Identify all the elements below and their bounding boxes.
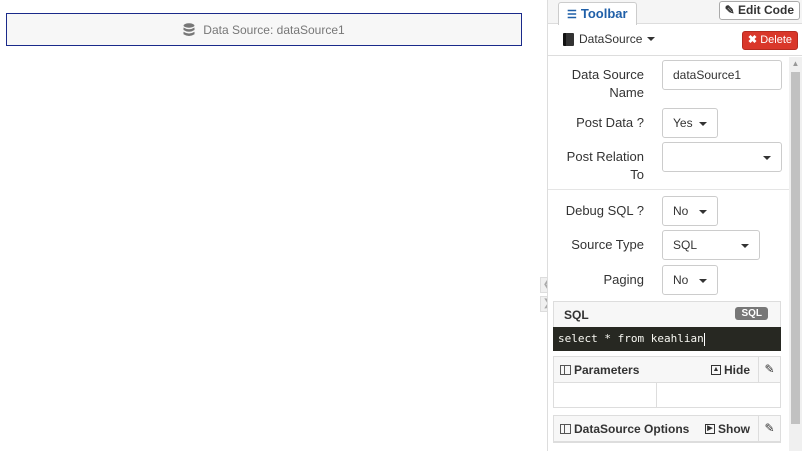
delete-button[interactable]: ✖ Delete [741, 31, 798, 50]
datasource-dropdown-label: DataSource [579, 32, 643, 46]
pencil-icon: ✎ [764, 362, 775, 376]
delete-label: Delete [760, 34, 792, 46]
debug-sql-value: No [673, 204, 689, 218]
parameters-body [554, 383, 780, 407]
post-data-value: Yes [673, 116, 693, 130]
collapse-icon: ▲ [710, 365, 721, 375]
sql-title: SQL [564, 308, 589, 322]
panel-header: DataSource ✖ Delete [548, 24, 802, 56]
column-divider [656, 383, 657, 407]
name-label: Data Source Name [571, 67, 644, 100]
tab-toolbar-label: Toolbar [580, 6, 628, 21]
list-icon: ☰ [567, 9, 577, 21]
chevron-down-icon [647, 37, 656, 41]
columns-icon [560, 424, 571, 434]
post-data-select[interactable]: Yes [662, 108, 718, 138]
close-icon: ✖ [747, 34, 758, 46]
panel-tabbar: ☰ Toolbar ✎ Edit Code [548, 0, 802, 25]
text-cursor [703, 332, 705, 346]
datasource-options-toggle-label: Show [718, 422, 750, 436]
chevron-down-icon [699, 210, 707, 214]
datasource-widget-label: Data Source: dataSource1 [203, 22, 345, 37]
expand-icon: ▶ [705, 424, 715, 434]
sql-query-text: select * from keahlian [558, 332, 704, 345]
debug-sql-select[interactable]: No [662, 196, 718, 226]
property-panel: ☰ Toolbar ✎ Edit Code DataSource ✖ Delete… [547, 0, 802, 451]
database-icon [183, 22, 195, 37]
chevron-down-icon [699, 122, 707, 126]
sql-editor[interactable]: select * from keahlian [553, 327, 781, 351]
parameters-toggle-label: Hide [723, 363, 750, 377]
scroll-up-icon[interactable]: ▲ [789, 57, 802, 71]
sql-section: SQL SQL select * from keahlian [553, 301, 781, 351]
parameters-header: Parameters ▲ Hide ✎ [554, 357, 780, 383]
paging-select[interactable]: No [662, 265, 718, 295]
source-type-value: SQL [673, 238, 698, 252]
parameters-hide-button[interactable]: ▲ Hide [710, 363, 750, 377]
scrollbar-thumb[interactable] [791, 72, 800, 424]
parameters-panel: Parameters ▲ Hide ✎ [553, 356, 781, 408]
paging-label: Paging [603, 272, 644, 287]
tab-toolbar[interactable]: ☰ Toolbar [558, 2, 637, 25]
chevron-down-icon [699, 279, 707, 283]
post-relation-select[interactable] [662, 142, 782, 172]
columns-icon [560, 365, 571, 375]
source-type-select[interactable]: SQL [662, 230, 760, 260]
paging-value: No [673, 273, 689, 287]
datasource-dropdown[interactable]: DataSource [563, 32, 656, 46]
parameters-edit-button[interactable]: ✎ [758, 357, 780, 382]
post-data-label: Post Data ? [576, 115, 644, 130]
datasource-options-title-label: DataSource Options [574, 422, 690, 436]
edit-code-label: Edit Code [738, 3, 794, 17]
parameters-title-label: Parameters [574, 363, 640, 377]
divider [548, 189, 789, 190]
datasource-options-title: DataSource Options [560, 422, 689, 436]
edit-code-button[interactable]: ✎ Edit Code [718, 1, 800, 20]
datasource-options-header: DataSource Options ▶ Show ✎ [554, 416, 780, 442]
debug-sql-label: Debug SQL ? [565, 203, 644, 218]
datasource-widget[interactable]: Data Source: dataSource1 [6, 13, 522, 46]
datasource-options-panel: DataSource Options ▶ Show ✎ [553, 415, 781, 443]
source-type-label: Source Type [571, 237, 644, 252]
datasource-name-field[interactable]: dataSource1 [662, 60, 782, 90]
book-icon [563, 32, 574, 46]
datasource-options-edit-button[interactable]: ✎ [758, 416, 780, 441]
chevron-down-icon [741, 244, 749, 248]
pencil-icon: ✎ [764, 421, 775, 435]
sql-badge: SQL [735, 307, 768, 320]
post-relation-label: Post Relation To [566, 149, 644, 182]
edit-icon: ✎ [724, 3, 735, 17]
chevron-down-icon [763, 156, 771, 160]
datasource-options-show-button[interactable]: ▶ Show [705, 422, 750, 436]
sql-header: SQL SQL [553, 301, 781, 327]
parameters-title: Parameters [560, 363, 639, 377]
